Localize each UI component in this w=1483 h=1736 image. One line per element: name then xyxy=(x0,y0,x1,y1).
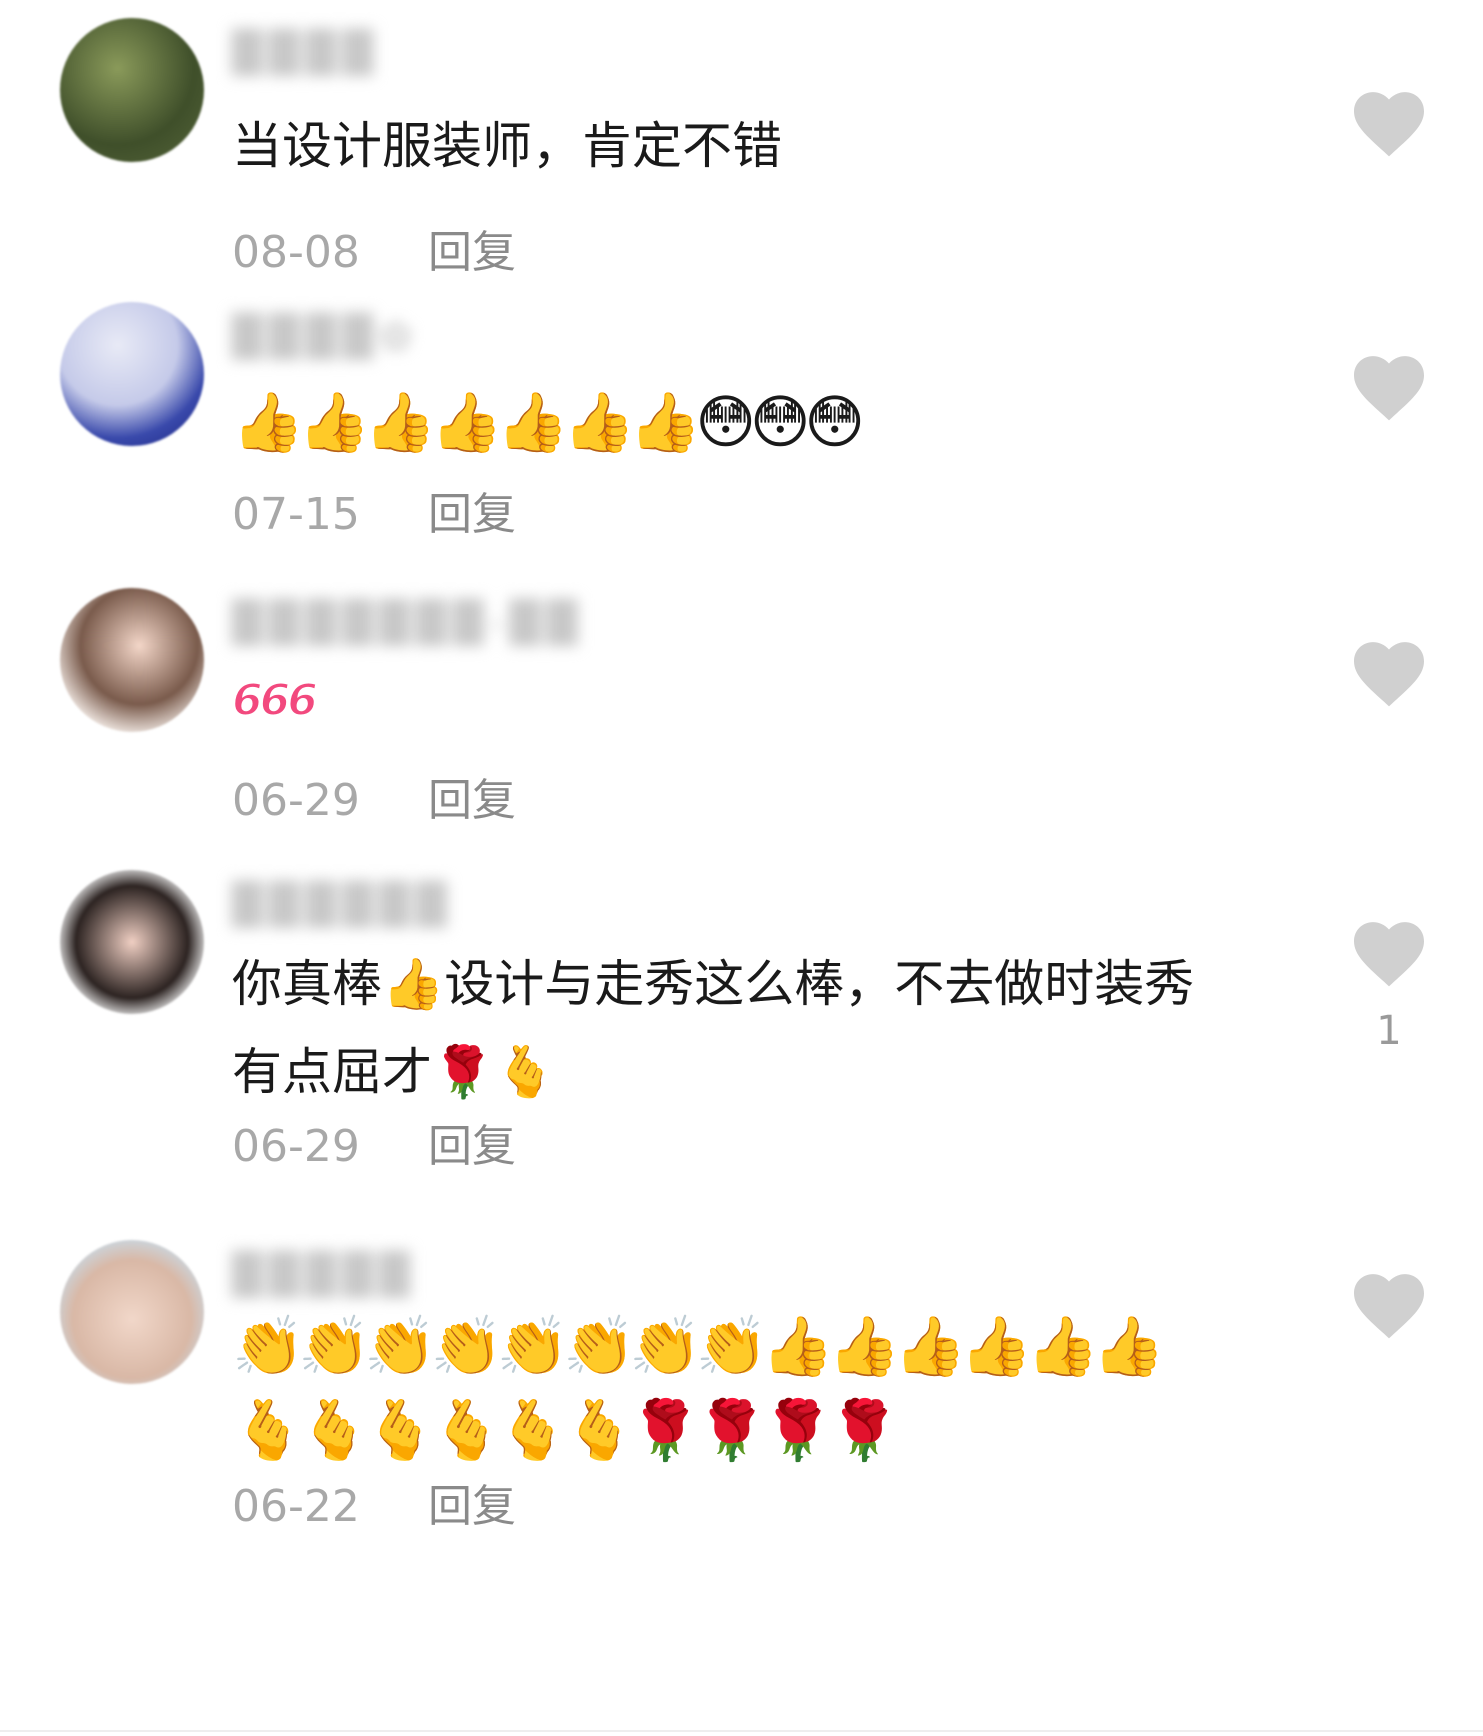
reply-button[interactable]: 回复 xyxy=(428,1481,516,1532)
avatar[interactable] xyxy=(60,870,204,1014)
comment-text: 你真棒👍设计与走秀这么棒，不去做时装秀有点屈才🌹🫰 xyxy=(232,955,1195,1101)
reply-button[interactable]: 回复 xyxy=(428,489,516,540)
heart-icon xyxy=(1354,1274,1424,1339)
username[interactable]: ███████-██ xyxy=(232,600,583,648)
like-count: 1 xyxy=(1376,1008,1402,1054)
like-button[interactable]: 1 xyxy=(1348,918,1430,1054)
heart-icon xyxy=(1354,642,1424,707)
comment-date: 08-08 xyxy=(232,227,360,278)
emoji-666: 666 xyxy=(231,674,319,727)
comment-meta: 06-29 回复 xyxy=(232,1110,516,1174)
username[interactable]: ████ xyxy=(232,30,379,78)
reply-button[interactable]: 回复 xyxy=(428,775,516,826)
username[interactable]: ██████ xyxy=(232,882,453,930)
heart-icon xyxy=(1354,356,1424,421)
comment-meta: 06-22 回复 xyxy=(232,1470,516,1534)
comment-meta: 07-15 回复 xyxy=(232,478,516,542)
reply-button[interactable]: 回复 xyxy=(428,1121,516,1172)
comment-date: 06-22 xyxy=(232,1481,360,1532)
comment-date: 07-15 xyxy=(232,489,360,540)
like-button[interactable] xyxy=(1348,88,1430,178)
username[interactable]: ████✿ xyxy=(232,314,419,362)
like-button[interactable] xyxy=(1348,638,1430,728)
comment-text: 👏👏👏👏👏👏👏👏👍👍👍👍👍👍🫰🫰🫰🫰🫰🫰🌹🌹🌹🌹 xyxy=(232,1312,1165,1464)
comment-text: 666 xyxy=(231,654,1292,745)
comment-text: 当设计服装师，肯定不错 xyxy=(232,117,782,175)
comment-text: 👍👍👍👍👍👍👍😳😳😳 xyxy=(232,388,865,456)
avatar[interactable] xyxy=(60,18,204,162)
avatar[interactable] xyxy=(60,302,204,446)
comment-date: 06-29 xyxy=(232,775,360,826)
like-button[interactable] xyxy=(1348,1270,1430,1360)
avatar[interactable] xyxy=(60,588,204,732)
like-button[interactable] xyxy=(1348,352,1430,442)
heart-icon xyxy=(1354,922,1424,987)
comment-meta: 08-08 回复 xyxy=(232,216,516,280)
username[interactable]: █████ xyxy=(232,1252,416,1300)
avatar[interactable] xyxy=(60,1240,204,1384)
comment-meta: 06-29 回复 xyxy=(232,764,516,828)
reply-button[interactable]: 回复 xyxy=(428,227,516,278)
comment-date: 06-29 xyxy=(232,1121,360,1172)
heart-icon xyxy=(1354,92,1424,157)
divider xyxy=(0,1730,1483,1732)
